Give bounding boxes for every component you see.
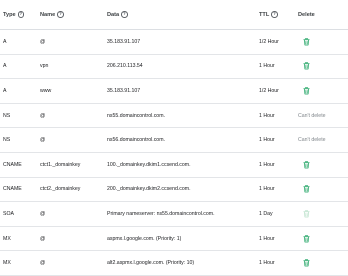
delete-trash-icon[interactable] (303, 161, 310, 169)
column-header-ttl[interactable]: TTL ? (259, 0, 278, 29)
record-name: @ (40, 260, 46, 267)
delete-trash-icon (303, 210, 310, 218)
help-icon[interactable]: ? (121, 11, 128, 18)
record-ttl: 1 Hour (259, 260, 275, 267)
record-delete (298, 178, 310, 202)
record-delete (298, 227, 310, 251)
table-row: Avpn 206.210.113.54 1 Hour (0, 55, 348, 80)
record-ttl: 1 Hour (259, 235, 275, 242)
record-delete (298, 55, 310, 79)
help-icon[interactable]: ? (17, 11, 25, 18)
record-type: NS (3, 112, 11, 119)
record-name: @ (40, 38, 46, 45)
record-delete: Can't delete (298, 128, 326, 152)
record-type: CNAME (3, 161, 22, 168)
record-delete: Can't delete (298, 104, 326, 128)
column-header-ttl-label: TTL (259, 11, 270, 18)
record-data: 206.210.113.54 (107, 63, 143, 70)
cant-delete-label: Can't delete (298, 112, 326, 119)
record-ttl: 1 Hour (259, 161, 275, 168)
help-icon[interactable]: ? (271, 11, 278, 18)
column-header-name-label: Name (40, 11, 56, 18)
dns-records-table: Type ? Name ? Data ? TTL ? Delete A @35.1… (0, 0, 348, 276)
record-name: @ (40, 112, 46, 119)
record-ttl: 1 Hour (259, 137, 275, 144)
column-header-data[interactable]: Data ? (107, 0, 128, 29)
record-delete (298, 79, 310, 103)
record-delete (298, 202, 310, 226)
record-name: ctct1._domainkey (40, 161, 81, 168)
delete-trash-icon[interactable] (303, 38, 310, 46)
record-name: @ (40, 137, 46, 144)
record-ttl: 1/2 Hour (259, 38, 279, 45)
column-header-data-label: Data (107, 11, 120, 18)
record-type: A (3, 87, 7, 94)
table-row: Awww 35.183.91.107 1/2 Hour (0, 79, 348, 104)
delete-trash-icon[interactable] (303, 234, 310, 243)
table-row: CNAME ctct2._domainkey 200._domainkey.dkim… (0, 178, 348, 203)
record-name: vpn (40, 63, 49, 70)
table-row: A @35.183.91.107 1/2 Hour (0, 30, 348, 55)
record-type: CNAME (3, 186, 22, 193)
help-icon[interactable]: ? (57, 11, 64, 18)
record-type: NS (3, 137, 11, 144)
column-header-delete-label: Delete (298, 11, 315, 18)
record-ttl: 1 Hour (259, 63, 275, 70)
record-ttl: 1 Hour (259, 112, 275, 119)
record-type: A (3, 38, 7, 45)
record-data: ns55.domaincontrol.com. (107, 112, 165, 119)
record-data: 200._domainkey.dkim2.ccsend.com. (107, 186, 191, 193)
delete-trash-icon[interactable] (303, 185, 310, 193)
table-row: MX @ alt2.aspmx.l.google.com. (Priority: 1… (0, 251, 348, 276)
cant-delete-label: Can't delete (298, 137, 326, 144)
record-name: www (40, 87, 52, 94)
delete-trash-icon[interactable] (303, 87, 310, 95)
table-row: SOA @ Primary nameserver: ns55.domaincontr… (0, 202, 348, 227)
record-delete (298, 251, 310, 275)
record-delete (298, 30, 310, 54)
table-row: MX @ aspmx.l.google.com. (Priority: 1) 1 Ho… (0, 227, 348, 252)
record-type: MX (3, 260, 11, 267)
record-name: ctct2._domainkey (40, 186, 81, 193)
record-type: SOA (3, 210, 14, 217)
table-row: NS @ ns55.domaincontrol.com. 1 Hour Can't de… (0, 104, 348, 129)
delete-trash-icon[interactable] (303, 259, 310, 267)
column-header-type[interactable]: Type ? (3, 0, 25, 29)
column-header-name[interactable]: Name ? (40, 0, 64, 29)
record-name: @ (40, 235, 46, 242)
column-header-delete: Delete (298, 0, 315, 29)
record-data: ns56.domaincontrol.com. (107, 137, 165, 144)
table-row: NS @ ns56.domaincontrol.com. 1 Hour Can't de… (0, 128, 348, 153)
record-data: 35.183.91.107 (107, 87, 141, 94)
record-data: 100._domainkey.dkim1.ccsend.com. (107, 161, 191, 168)
record-data: aspmx.l.google.com. (Priority: 1) (107, 235, 182, 242)
record-ttl: 1/2 Hour (259, 87, 279, 94)
record-type: MX (3, 235, 11, 242)
record-data: 35.183.91.107 (107, 38, 141, 45)
table-header: Type ? Name ? Data ? TTL ? Delete (0, 0, 348, 30)
record-delete (298, 153, 310, 177)
record-type: A (3, 63, 7, 70)
record-ttl: 1 Hour (259, 186, 275, 193)
table-row: CNAME ctct1._domainkey 100._domainkey.dkim… (0, 153, 348, 178)
record-ttl: 1 Day (259, 210, 273, 217)
record-data: alt2.aspmx.l.google.com. (Priority: 10) (107, 260, 195, 267)
delete-trash-icon[interactable] (303, 62, 310, 70)
column-header-type-label: Type (3, 11, 16, 18)
record-name: @ (40, 210, 46, 217)
record-data: Primary nameserver: ns55.domaincontrol.c… (107, 210, 215, 217)
